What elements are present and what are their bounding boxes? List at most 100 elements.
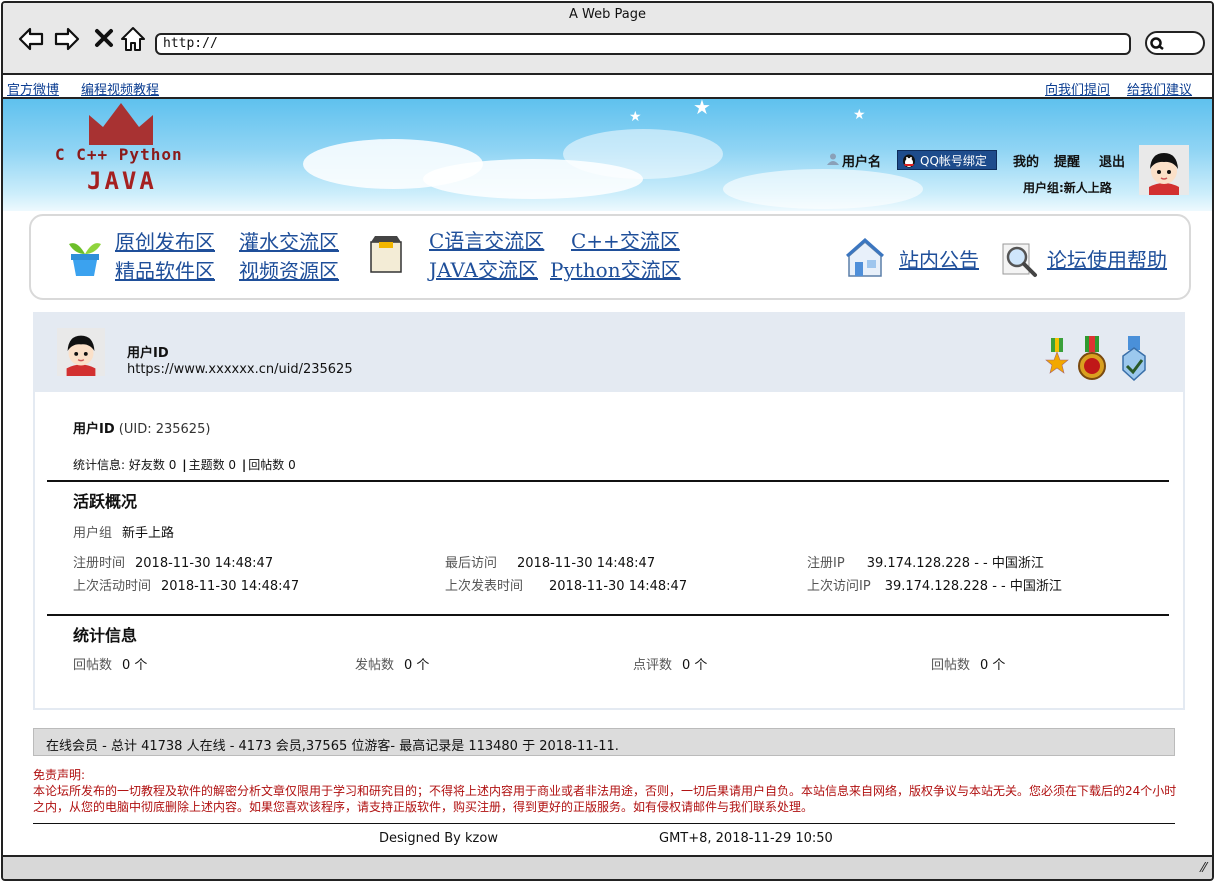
last-visit-row: 最后访问 2018-11-30 14:48:47 <box>445 552 655 571</box>
reg-ip-row: 注册IP 39.174.128.228 - - 中国浙江 <box>807 552 1044 571</box>
forum-video-link[interactable]: 视频资源区 <box>239 255 339 284</box>
search-box[interactable] <box>1145 31 1205 55</box>
user-icon <box>827 153 839 165</box>
status-bar: ⁄⁄ <box>3 855 1212 879</box>
footer-time: GMT+8, 2018-11-29 10:50 <box>659 831 833 846</box>
divider <box>47 480 1169 482</box>
stat-item: 点评数 0 个 <box>633 654 707 673</box>
link-official-weibo[interactable]: 官方微博 <box>7 79 59 98</box>
replies-label[interactable]: 回帖数 <box>248 458 284 472</box>
stat-value: 0 个 <box>682 658 708 673</box>
link-video-tutorials[interactable]: 编程视频教程 <box>81 79 159 98</box>
magnifier-icon <box>1002 243 1037 277</box>
reg-time-row: 注册时间 2018-11-30 14:48:47 <box>73 552 273 571</box>
forum-python-link[interactable]: Python交流区 <box>550 254 681 283</box>
forum-nav-panel: 原创发布区 灌水交流区 精品软件区 视频资源区 C语言交流区 C++交流区 JA… <box>29 214 1191 300</box>
stat-label: 发帖数 <box>355 658 395 673</box>
address-bar[interactable]: http:// <box>155 33 1131 55</box>
back-arrow-icon[interactable] <box>17 25 45 53</box>
activity-title: 活跃概况 <box>73 492 138 511</box>
group-label: 用户组 <box>73 526 113 541</box>
reg-ip-value: 39.174.128.228 - - 中国浙江 <box>866 556 1044 571</box>
forum-original-link[interactable]: 原创发布区 <box>115 226 215 255</box>
profile-uid: (UID: 235625) <box>118 422 211 437</box>
profile-body: 用户ID (UID: 235625) 统计信息: 好友数 0 | 主题数 0 | 回… <box>33 392 1185 710</box>
last-active-row: 上次活动时间 2018-11-30 14:48:47 <box>73 575 299 594</box>
page-viewport: 官方微博 编程视频教程 向我们提问 给我们建议 ★ ★ ★ C C++ Pyth… <box>3 75 1212 857</box>
stat-value: 0 个 <box>980 658 1006 673</box>
friends-count: 0 <box>168 458 177 472</box>
qq-bind-label: QQ帐号绑定 <box>920 154 987 168</box>
topics-label[interactable]: 主题数 <box>189 458 225 472</box>
stat-item: 回帖数 0 个 <box>931 654 1005 673</box>
decor-cloud <box>563 129 723 179</box>
stat-value: 0 个 <box>122 658 148 673</box>
reg-ip-label: 注册IP <box>807 556 845 571</box>
forum-software-link[interactable]: 精品软件区 <box>115 255 215 284</box>
decor-cloud <box>723 169 923 209</box>
sprout-pot-icon <box>69 243 101 276</box>
forum-chat-link[interactable]: 灌水交流区 <box>239 226 339 255</box>
header-avatar[interactable] <box>1139 145 1189 195</box>
house-icon <box>846 238 884 277</box>
link-suggestion[interactable]: 给我们建议 <box>1127 79 1192 98</box>
stat-label: 点评数 <box>633 658 673 673</box>
last-ip-row: 上次访问IP 39.174.128.228 - - 中国浙江 <box>807 575 1062 594</box>
forum-java-link[interactable]: JAVA交流区 <box>429 254 538 283</box>
stats-title: 统计信息 <box>73 626 138 645</box>
qq-penguin-icon <box>903 154 915 168</box>
profile-name: 用户ID <box>127 346 169 361</box>
footer-designed-by: Designed By kzow <box>379 831 498 846</box>
profile-stats-line: 统计信息: 好友数 0 | 主题数 0 | 回帖数 0 <box>73 456 296 473</box>
decor-star: ★ <box>853 107 866 123</box>
last-active-label: 上次活动时间 <box>73 579 152 594</box>
home-icon[interactable] <box>119 25 147 53</box>
username-link[interactable]: 用户名 <box>842 151 881 170</box>
browser-window: A Web Page http:// 官方微博 编程视频教程 向我们提问 给我们… <box>1 1 1214 881</box>
forward-arrow-icon[interactable] <box>53 25 81 53</box>
link-ask-question[interactable]: 向我们提问 <box>1045 79 1110 98</box>
resize-grip-icon[interactable]: ⁄⁄ <box>1202 861 1206 876</box>
logo-java: JAVA <box>87 167 157 195</box>
group-value[interactable]: 新手上路 <box>122 526 174 541</box>
disclaimer: 免责声明: 本论坛所发布的一切教程及软件的解密分析文章仅限用于学习和研究目的；不… <box>33 767 1183 815</box>
last-post-label: 上次发表时间 <box>445 579 524 594</box>
help-link[interactable]: 论坛使用帮助 <box>1047 244 1167 273</box>
replies-count: 0 <box>288 458 296 472</box>
stop-icon[interactable] <box>91 25 119 53</box>
stats-prefix: 统计信息: <box>73 458 126 472</box>
logo-crown-icon <box>89 103 153 145</box>
decor-star: ★ <box>629 109 642 125</box>
last-visit-value: 2018-11-30 14:48:47 <box>517 556 656 571</box>
qq-bind-button[interactable]: QQ帐号绑定 <box>897 150 997 170</box>
medal-fortune-icon <box>1078 336 1106 380</box>
forum-c-link[interactable]: C语言交流区 <box>429 225 544 254</box>
online-members-bar: 在线会员 - 总计 41738 人在线 - 4173 会员,37565 位游客-… <box>33 728 1175 756</box>
forum-cpp-link[interactable]: C++交流区 <box>571 225 680 254</box>
site-header: ★ ★ ★ C C++ Python JAVA 用户名 QQ帐号绑定 我的 提醒… <box>3 99 1212 211</box>
last-active-value: 2018-11-30 14:48:47 <box>161 579 300 594</box>
friends-label[interactable]: 好友数 <box>129 458 165 472</box>
my-link[interactable]: 我的 <box>1013 151 1039 170</box>
profile-avatar[interactable] <box>57 328 105 376</box>
stat-value: 0 个 <box>404 658 430 673</box>
top-nav: 官方微博 编程视频教程 向我们提问 给我们建议 <box>3 75 1212 99</box>
disclaimer-title: 免责声明: <box>33 768 86 782</box>
announcement-link[interactable]: 站内公告 <box>899 244 979 273</box>
stat-item: 回帖数 0 个 <box>73 654 147 673</box>
last-visit-label: 最后访问 <box>445 556 498 571</box>
remind-link[interactable]: 提醒 <box>1054 151 1080 170</box>
window-title: A Web Page <box>569 7 646 22</box>
decor-star: ★ <box>693 99 711 119</box>
logo-languages: C C++ Python <box>55 145 183 164</box>
divider <box>47 614 1169 616</box>
medal-shield-icon <box>1122 336 1146 382</box>
browser-toolbar: A Web Page http:// <box>3 3 1212 75</box>
stat-item: 发帖数 0 个 <box>355 654 429 673</box>
last-ip-label: 上次访问IP <box>807 579 871 594</box>
logout-link[interactable]: 退出 <box>1099 151 1125 170</box>
last-ip-value: 39.174.128.228 - - 中国浙江 <box>884 579 1062 594</box>
medal-star-icon <box>1045 338 1069 374</box>
profile-url[interactable]: https://www.xxxxxx.cn/uid/235625 <box>127 362 353 377</box>
user-group-row: 用户组 新手上路 <box>73 522 174 541</box>
